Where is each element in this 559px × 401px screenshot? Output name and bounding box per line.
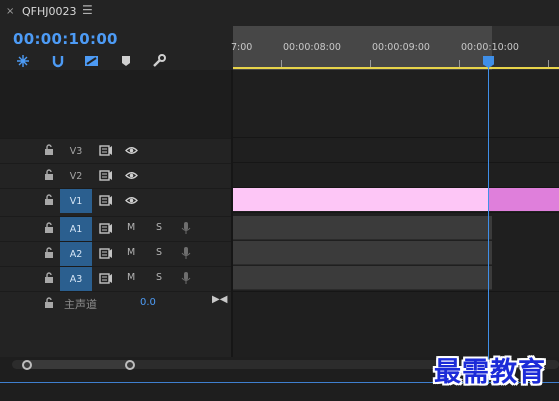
- work-area-bar[interactable]: [233, 67, 559, 69]
- track-header-a3: A3 M S: [0, 266, 231, 291]
- watermark-text: 最需教育: [434, 357, 546, 388]
- sync-lock-icon[interactable]: [99, 145, 113, 156]
- track-header-v2: V2: [0, 163, 231, 187]
- video-clip-selected[interactable]: [489, 188, 559, 211]
- master-volume-value[interactable]: 0.0: [140, 297, 156, 308]
- microphone-icon[interactable]: [181, 271, 191, 285]
- lock-icon[interactable]: [44, 272, 54, 284]
- sync-lock-icon[interactable]: [99, 223, 113, 234]
- snap-icon[interactable]: [49, 52, 67, 70]
- lock-icon[interactable]: [44, 297, 54, 309]
- mute-button[interactable]: M: [127, 247, 135, 258]
- lane-separator: [233, 162, 559, 163]
- lane-separator: [233, 291, 559, 292]
- sequence-title[interactable]: QFHJ0023: [22, 5, 77, 18]
- mute-button[interactable]: M: [127, 222, 135, 233]
- ruler-tick: [548, 60, 549, 67]
- linked-selection-icon[interactable]: [82, 52, 100, 70]
- mute-button[interactable]: M: [127, 272, 135, 283]
- track-name-a3[interactable]: A3: [60, 267, 92, 291]
- go-to-out-icon[interactable]: ▶◀: [212, 294, 227, 305]
- track-name-v1[interactable]: V1: [60, 189, 92, 213]
- video-clip[interactable]: [233, 188, 489, 211]
- header-divider: [231, 70, 233, 357]
- lock-icon[interactable]: [44, 222, 54, 234]
- eye-icon[interactable]: [125, 196, 138, 205]
- track-name-v2[interactable]: V2: [60, 164, 92, 188]
- track-header-master: 主声道 0.0 ▶◀: [0, 291, 231, 315]
- track-header-a2: A2 M S: [0, 241, 231, 266]
- track-lanes[interactable]: [233, 70, 559, 357]
- solo-button[interactable]: S: [156, 247, 162, 258]
- microphone-icon[interactable]: [181, 246, 191, 260]
- zoom-handle-left[interactable]: [22, 360, 32, 370]
- lock-icon[interactable]: [44, 194, 54, 206]
- ruler-tick: [281, 60, 282, 67]
- lane-separator: [233, 137, 559, 138]
- playhead-line[interactable]: [488, 66, 489, 384]
- panel-menu-icon[interactable]: ☰: [82, 3, 93, 17]
- insert-nest-icon[interactable]: [14, 52, 32, 70]
- sync-lock-icon[interactable]: [99, 273, 113, 284]
- eye-icon[interactable]: [125, 146, 138, 155]
- eye-icon[interactable]: [125, 171, 138, 180]
- settings-wrench-icon[interactable]: [150, 52, 168, 70]
- sequence-panel-tab[interactable]: × QFHJ0023 ☰: [0, 0, 235, 26]
- ruler-label: 00:00:09:00: [372, 42, 430, 53]
- playhead-timecode[interactable]: 00:00:10:00: [13, 30, 118, 48]
- lock-icon[interactable]: [44, 144, 54, 156]
- close-tab-icon[interactable]: ×: [6, 6, 14, 17]
- sync-lock-icon[interactable]: [99, 170, 113, 181]
- audio-clip[interactable]: [233, 216, 492, 240]
- ruler-label: 00:00:08:00: [283, 42, 341, 53]
- ruler-label: 00:00:10:00: [461, 42, 519, 53]
- lock-icon[interactable]: [44, 169, 54, 181]
- sync-lock-icon[interactable]: [99, 248, 113, 259]
- ruler-label: 7:00: [231, 42, 253, 53]
- add-marker-icon[interactable]: [117, 52, 135, 70]
- track-header-a1: A1 M S: [0, 216, 231, 241]
- work-area-zone: [233, 26, 492, 70]
- track-name-a2[interactable]: A2: [60, 242, 92, 266]
- track-name-v3[interactable]: V3: [60, 139, 92, 163]
- audio-clip[interactable]: [233, 266, 492, 290]
- track-name-a1[interactable]: A1: [60, 217, 92, 241]
- ruler-tick: [370, 60, 371, 67]
- timeline-toolbar: [14, 52, 174, 70]
- master-track-label: 主声道: [64, 298, 97, 311]
- lane-separator: [233, 212, 559, 213]
- track-header-v1: V1: [0, 188, 231, 213]
- track-header-spacer: [0, 70, 231, 138]
- solo-button[interactable]: S: [156, 222, 162, 233]
- zoom-scrollbar-thumb[interactable]: [22, 360, 134, 369]
- microphone-icon[interactable]: [181, 221, 191, 235]
- sync-lock-icon[interactable]: [99, 195, 113, 206]
- track-header-v3: V3: [0, 138, 231, 162]
- lock-icon[interactable]: [44, 247, 54, 259]
- solo-button[interactable]: S: [156, 272, 162, 283]
- audio-clip[interactable]: [233, 241, 492, 265]
- ruler-tick: [459, 60, 460, 67]
- zoom-handle-right[interactable]: [125, 360, 135, 370]
